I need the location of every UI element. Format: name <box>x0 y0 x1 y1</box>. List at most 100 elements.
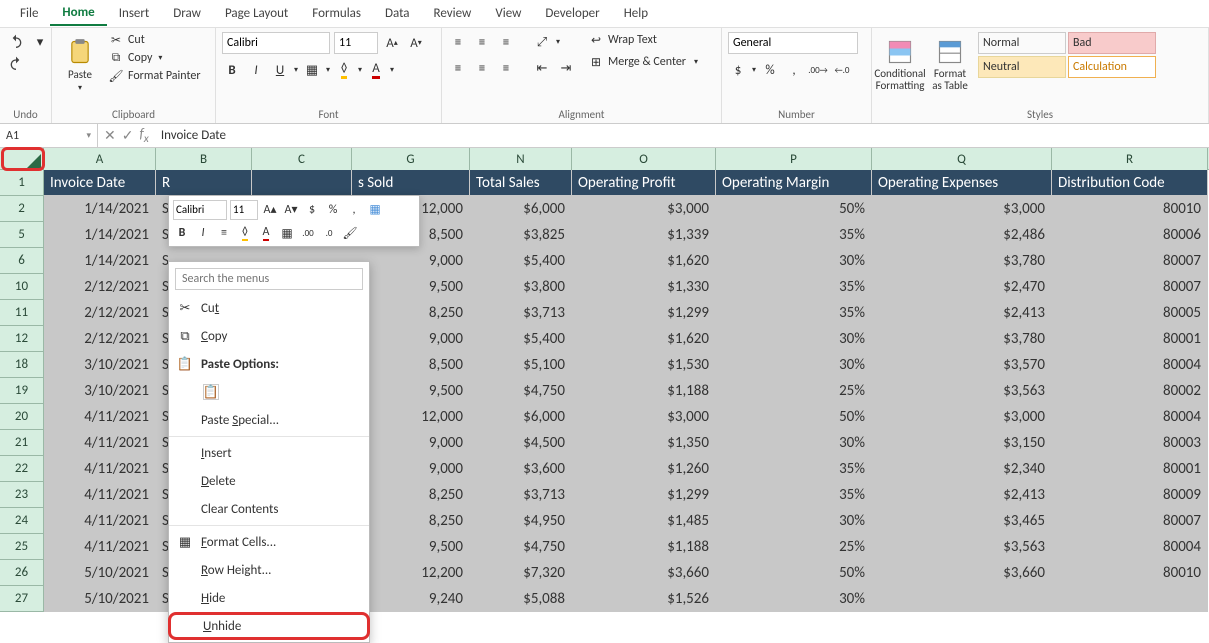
cell[interactable]: 4/11/2021 <box>44 430 156 456</box>
cell[interactable]: $3,000 <box>872 196 1052 222</box>
number-format-select[interactable] <box>728 32 858 54</box>
cell[interactable]: $2,470 <box>872 274 1052 300</box>
context-delete[interactable]: Delete <box>169 467 369 495</box>
menu-file[interactable]: File <box>8 2 50 25</box>
cell[interactable]: $3,150 <box>872 430 1052 456</box>
style-calculation[interactable]: Calculation <box>1068 56 1156 78</box>
font-family-select[interactable] <box>222 32 330 54</box>
cell[interactable]: 2/12/2021 <box>44 300 156 326</box>
mini-size-select[interactable] <box>230 200 258 220</box>
cell[interactable]: $3,660 <box>872 560 1052 586</box>
context-unhide[interactable]: Unhide <box>168 612 370 640</box>
context-copy[interactable]: ⧉Copy <box>169 322 369 350</box>
menu-home[interactable]: Home <box>50 1 106 26</box>
cell[interactable]: $5,400 <box>470 248 572 274</box>
indent-increase-icon[interactable]: ⇥ <box>556 58 576 78</box>
mini-currency-icon[interactable]: $ <box>303 201 321 219</box>
cell[interactable]: $1,620 <box>572 248 716 274</box>
menu-page-layout[interactable]: Page Layout <box>213 2 300 25</box>
cell[interactable]: 35% <box>716 274 872 300</box>
cell[interactable]: 1/14/2021 <box>44 196 156 222</box>
row-header-1[interactable]: 1 <box>0 170 44 196</box>
increase-decimal-icon[interactable]: .00→ <box>808 60 828 80</box>
row-header-27[interactable]: 27 <box>0 586 44 612</box>
fx-icon[interactable]: fx <box>139 125 148 146</box>
row-header-6[interactable]: 6 <box>0 248 44 274</box>
indent-decrease-icon[interactable]: ⇤ <box>532 58 552 78</box>
cell[interactable]: 30% <box>716 586 872 612</box>
undo-icon[interactable] <box>6 32 26 52</box>
cell[interactable]: $2,413 <box>872 482 1052 508</box>
bold-button[interactable]: B <box>222 60 242 80</box>
cell[interactable]: 30% <box>716 508 872 534</box>
cell[interactable]: $1,526 <box>572 586 716 612</box>
redo-icon[interactable] <box>6 54 26 74</box>
mini-dec-inc-icon[interactable]: .00 <box>299 224 317 242</box>
cell[interactable]: 80010 <box>1052 560 1208 586</box>
col-header-O[interactable]: O <box>572 148 716 170</box>
paste-button[interactable]: Paste ▾ <box>58 32 102 98</box>
cell[interactable]: $3,713 <box>470 482 572 508</box>
align-right-icon[interactable]: ≡ <box>496 58 516 78</box>
cell[interactable]: $2,413 <box>872 300 1052 326</box>
conditional-formatting-button[interactable]: Conditional Formatting <box>878 32 922 98</box>
header-cell[interactable] <box>252 170 352 196</box>
cell[interactable]: 50% <box>716 196 872 222</box>
borders-button[interactable]: ▦ <box>302 60 322 80</box>
cell[interactable]: 5/10/2021 <box>44 586 156 612</box>
cell[interactable]: 50% <box>716 404 872 430</box>
cell[interactable] <box>872 586 1052 612</box>
mini-increase-font-icon[interactable]: A▴ <box>261 201 279 219</box>
italic-button[interactable]: I <box>246 60 266 80</box>
cell[interactable]: 30% <box>716 326 872 352</box>
col-header-N[interactable]: N <box>470 148 572 170</box>
cell[interactable]: $1,299 <box>572 482 716 508</box>
cell[interactable]: 80009 <box>1052 482 1208 508</box>
merge-center-button[interactable]: ⊞Merge & Center▾ <box>588 54 698 70</box>
select-all-corner[interactable] <box>0 148 44 170</box>
cell[interactable]: 3/10/2021 <box>44 378 156 404</box>
col-header-R[interactable]: R <box>1052 148 1208 170</box>
cell[interactable]: 4/11/2021 <box>44 404 156 430</box>
enter-formula-icon[interactable]: ✓ <box>122 127 134 144</box>
col-header-A[interactable]: A <box>44 148 156 170</box>
row-header-11[interactable]: 11 <box>0 300 44 326</box>
cell[interactable]: 80007 <box>1052 248 1208 274</box>
cell[interactable]: 80007 <box>1052 274 1208 300</box>
cell[interactable]: $3,800 <box>470 274 572 300</box>
cell[interactable]: 35% <box>716 456 872 482</box>
cell[interactable]: $6,000 <box>470 404 572 430</box>
cell[interactable]: 80005 <box>1052 300 1208 326</box>
cell[interactable]: 4/11/2021 <box>44 456 156 482</box>
align-middle-icon[interactable]: ≡ <box>472 32 492 52</box>
cell[interactable]: $3,660 <box>572 560 716 586</box>
cell[interactable]: $3,600 <box>470 456 572 482</box>
cell[interactable]: $3,780 <box>872 326 1052 352</box>
name-box[interactable]: A1▾ <box>0 124 98 147</box>
context-row_height[interactable]: Row Height... <box>169 556 369 584</box>
style-normal[interactable]: Normal <box>978 32 1066 54</box>
row-header-25[interactable]: 25 <box>0 534 44 560</box>
cell[interactable]: 80004 <box>1052 534 1208 560</box>
header-cell[interactable]: Total Sales <box>470 170 572 196</box>
cell[interactable]: $3,000 <box>872 404 1052 430</box>
decrease-decimal-icon[interactable]: ←.0 <box>832 60 852 80</box>
undo-dropdown[interactable]: ▾ <box>30 32 50 52</box>
cut-button[interactable]: ✂Cut <box>108 32 201 48</box>
context-paste-option-default[interactable]: 📋 <box>169 378 369 406</box>
col-header-Q[interactable]: Q <box>872 148 1052 170</box>
fill-color-button[interactable]: ◊ <box>334 60 354 80</box>
context-cut[interactable]: ✂Cut <box>169 294 369 322</box>
mini-dec-dec-icon[interactable]: .0 <box>320 224 338 242</box>
header-cell[interactable]: R <box>156 170 252 196</box>
row-header-26[interactable]: 26 <box>0 560 44 586</box>
cell[interactable]: 4/11/2021 <box>44 508 156 534</box>
row-header-21[interactable]: 21 <box>0 430 44 456</box>
mini-decrease-font-icon[interactable]: A▾ <box>282 201 300 219</box>
col-header-P[interactable]: P <box>716 148 872 170</box>
cell[interactable]: $4,750 <box>470 534 572 560</box>
style-neutral[interactable]: Neutral <box>978 56 1066 78</box>
context-format_cells[interactable]: ▦Format Cells... <box>169 528 369 556</box>
row-header-23[interactable]: 23 <box>0 482 44 508</box>
context-paste_special[interactable]: Paste Special... <box>169 406 369 434</box>
